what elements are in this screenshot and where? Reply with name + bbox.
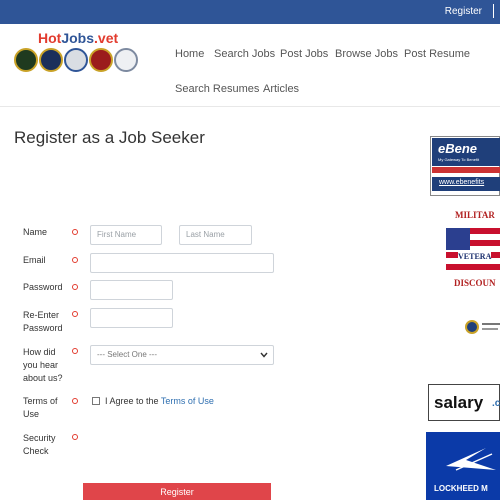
terms-agree-text: I Agree to the Terms of Use <box>105 396 214 406</box>
ebenefits-stripe <box>432 167 500 173</box>
email-input[interactable] <box>90 253 274 273</box>
lockheed-text: LOCKHEED M <box>434 484 488 493</box>
military-middle-text: VETERA <box>458 252 492 261</box>
army-seal-icon <box>14 48 38 72</box>
va-text-line <box>482 323 500 325</box>
lockheed-ad[interactable]: LOCKHEED M <box>426 432 500 500</box>
terms-checkbox[interactable] <box>92 397 100 405</box>
military-top-text: MILITAR <box>455 210 495 220</box>
nav-home[interactable]: Home <box>175 48 204 60</box>
security-check-label: Security Check <box>23 432 56 458</box>
nav-post-jobs[interactable]: Post Jobs <box>280 48 328 60</box>
va-seal-icon <box>465 320 479 334</box>
coast-guard-seal-icon <box>114 48 138 72</box>
ebenefits-brand: eBene <box>438 141 478 156</box>
nav-browse-jobs[interactable]: Browse Jobs <box>335 48 398 60</box>
name-label: Name <box>23 227 48 237</box>
military-bottom-text: DISCOUN <box>454 278 496 288</box>
terms-label-line2: Use <box>23 409 40 419</box>
nav-articles[interactable]: Articles <box>263 83 299 95</box>
required-icon <box>72 284 78 290</box>
lockheed-star-icon <box>446 448 496 471</box>
security-label-line1: Security <box>23 433 56 443</box>
terms-label: Terms of Use <box>23 395 58 421</box>
va-ad[interactable] <box>465 320 500 340</box>
nav-search-jobs[interactable]: Search Jobs <box>214 48 275 60</box>
required-icon <box>72 348 78 354</box>
reenter-label-line1: Re-Enter <box>23 310 60 320</box>
last-name-input[interactable]: Last Name <box>179 225 252 245</box>
email-label: Email <box>23 255 46 265</box>
salary-suffix: .c <box>492 398 500 409</box>
required-icon <box>72 229 78 235</box>
ebenefits-ad[interactable]: eBene My Gateway To Benefit www.ebenefit… <box>430 136 500 196</box>
hear-label-line2: you hear <box>23 360 59 370</box>
first-name-input[interactable]: First Name <box>90 225 162 245</box>
hear-label-line3: about us? <box>23 373 63 383</box>
ebenefits-tagline: My Gateway To Benefit <box>438 157 480 162</box>
required-icon <box>72 311 78 317</box>
navy-seal-icon <box>39 48 63 72</box>
password-input[interactable] <box>90 280 173 300</box>
logo-jobs: Jobs <box>61 30 95 46</box>
military-discount-ad[interactable]: MILITAR VETERA DISCOUN <box>446 208 500 294</box>
hear-about-label: How did you hear about us? <box>23 346 63 385</box>
hear-about-selected: --- Select One --- <box>97 350 158 359</box>
required-icon <box>72 257 78 263</box>
reenter-password-input[interactable] <box>90 308 173 328</box>
us-flag-icon <box>446 228 500 274</box>
terms-of-use-link[interactable]: Terms of Use <box>161 396 214 406</box>
chevron-down-icon <box>260 352 268 358</box>
air-force-seal-icon <box>64 48 88 72</box>
hear-label-line1: How did <box>23 347 56 357</box>
top-register-link[interactable]: Register <box>445 6 482 17</box>
salary-ad[interactable]: salary .c <box>428 384 500 421</box>
terms-label-line1: Terms of <box>23 396 58 406</box>
salary-brand: salary <box>434 393 484 412</box>
security-label-line2: Check <box>23 446 49 456</box>
password-label: Password <box>23 282 63 292</box>
marines-seal-icon <box>89 48 113 72</box>
ebenefits-url-bar: www.ebenefits <box>432 177 500 191</box>
logo-hot: Hot <box>38 30 62 46</box>
header-divider <box>0 106 500 107</box>
required-icon <box>72 434 78 440</box>
top-bar: Register <box>0 0 500 24</box>
ebenefits-banner: eBene My Gateway To Benefit <box>432 138 500 166</box>
logo-vet: .vet <box>94 30 119 46</box>
va-text-line <box>482 328 498 330</box>
top-bar-separator <box>493 4 494 18</box>
agree-text: I Agree to the <box>105 396 161 406</box>
page-title: Register as a Job Seeker <box>14 128 205 147</box>
hear-about-select[interactable]: --- Select One --- <box>90 345 274 365</box>
reenter-label-line2: Password <box>23 323 63 333</box>
military-seals <box>14 48 140 72</box>
ebenefits-url: www.ebenefits <box>439 179 485 186</box>
register-button[interactable]: Register <box>83 483 271 500</box>
nav-post-resume[interactable]: Post Resume <box>404 48 470 60</box>
site-logo[interactable]: HotJobs.vet <box>38 30 118 46</box>
reenter-password-label: Re-Enter Password <box>23 309 63 335</box>
nav-search-resumes[interactable]: Search Resumes <box>175 83 259 95</box>
required-icon <box>72 398 78 404</box>
